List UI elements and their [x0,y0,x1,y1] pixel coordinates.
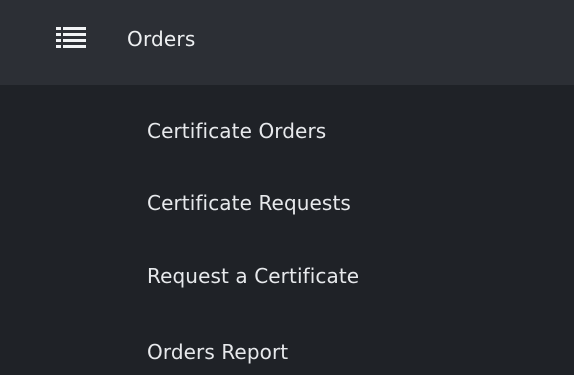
orders-submenu: Certificate Orders Certificate Requests … [0,85,574,375]
orders-menu-label: Orders [127,27,196,51]
menu-item-certificate-requests[interactable]: Certificate Requests [147,189,351,217]
menu-item-request-a-certificate[interactable]: Request a Certificate [147,262,359,290]
orders-menu-header[interactable]: Orders [0,0,574,85]
menu-item-certificate-orders[interactable]: Certificate Orders [147,117,326,145]
list-icon [56,26,86,50]
menu-item-orders-report[interactable]: Orders Report [147,338,288,366]
orders-menu: Orders Certificate Orders Certificate Re… [0,0,574,375]
